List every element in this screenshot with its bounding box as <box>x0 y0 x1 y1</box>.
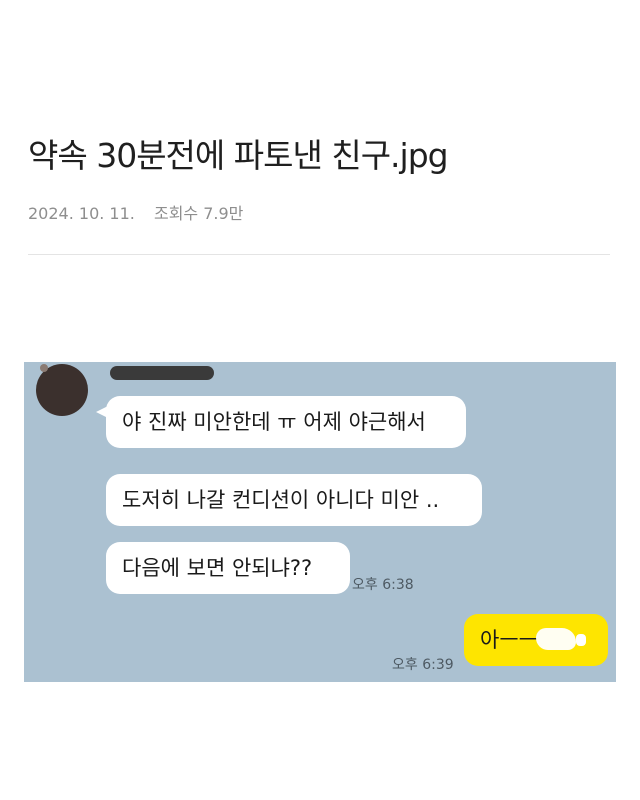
chat-bubble-sent: 아ㅡㅡ <box>464 614 608 666</box>
message-time: 오후 6:38 <box>352 577 414 593</box>
post-meta: 2024. 10. 11. 조회수 7.9만 <box>28 200 243 224</box>
avatar-edge <box>40 364 48 372</box>
divider <box>28 254 610 255</box>
sent-message-text: 아ㅡㅡ <box>480 628 538 652</box>
chat-screenshot: 야 진짜 미안한데 ㅠ 어제 야근해서 도저히 나갈 컨디션이 아니다 미안 .… <box>24 362 616 682</box>
redaction-scribble <box>576 634 586 646</box>
message-time: 오후 6:39 <box>392 657 454 673</box>
post-title: 약속 30분전에 파토낸 친구.jpg <box>28 136 449 175</box>
chat-bubble-received: 다음에 보면 안되냐?? <box>106 542 350 594</box>
post-date: 2024. 10. 11. <box>28 204 135 223</box>
view-count: 조회수 7.9만 <box>153 204 244 223</box>
chat-bubble-received: 도저히 나갈 컨디션이 아니다 미안 .. <box>106 474 482 526</box>
redaction-scribble <box>536 628 576 650</box>
sender-name-redacted <box>110 366 214 380</box>
chat-bubble-received: 야 진짜 미안한데 ㅠ 어제 야근해서 <box>96 396 466 448</box>
